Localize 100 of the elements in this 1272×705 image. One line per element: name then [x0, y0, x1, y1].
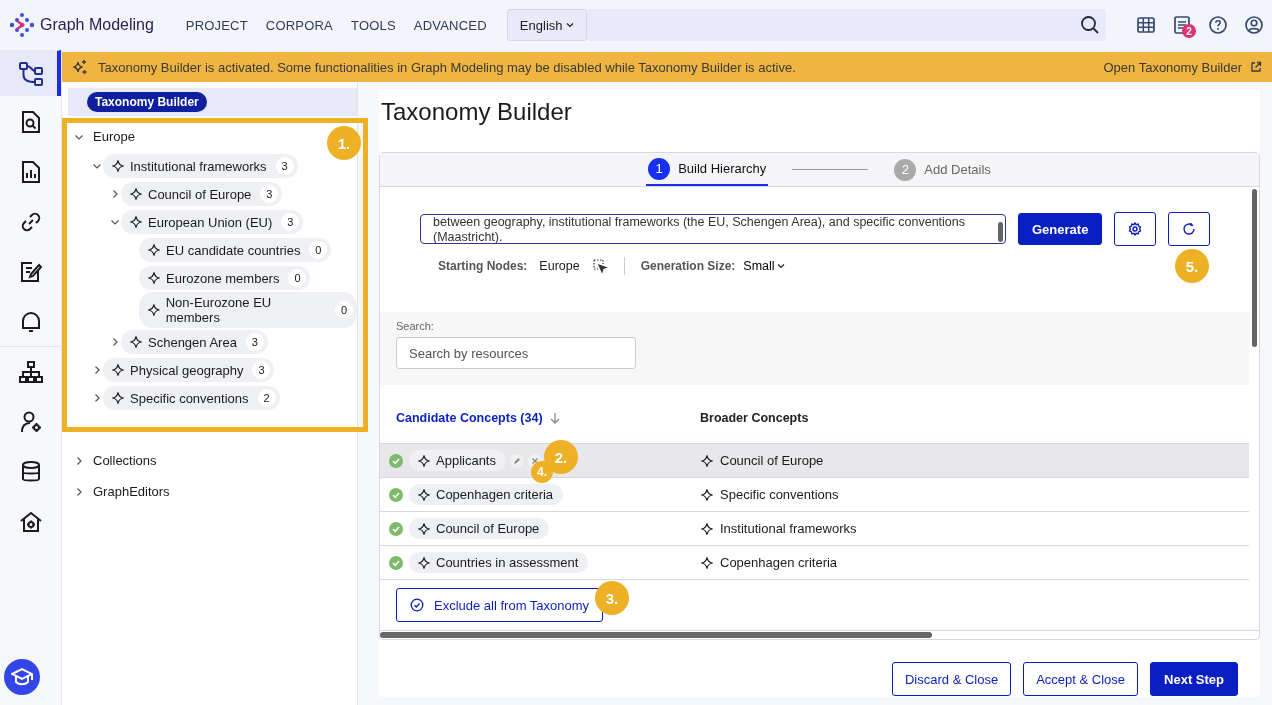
menu-item[interactable]: TOOLS — [351, 17, 396, 33]
child-count: 0 — [309, 241, 328, 259]
footer-button[interactable]: Discard & Close — [891, 662, 1012, 696]
concept-chip[interactable]: Schengen Area 3 — [121, 330, 268, 354]
footer-button[interactable]: Accept & Close — [1023, 662, 1139, 696]
table-row[interactable]: Copenhagen criteria Specific conventions — [380, 478, 1249, 512]
concept-chip[interactable]: Institutional frameworks 3 — [103, 154, 298, 178]
menu-item[interactable]: ADVANCED — [413, 17, 487, 33]
sparkle-icon — [129, 215, 143, 229]
concept-chip[interactable]: Physical geography 3 — [103, 358, 275, 382]
app-name: Graph Modeling — [40, 16, 154, 34]
sparkle-icon — [129, 335, 143, 349]
expand-toggle-icon[interactable] — [110, 337, 120, 347]
expand-toggle-icon[interactable] — [110, 217, 120, 227]
vertical-scrollbar[interactable] — [1252, 189, 1257, 347]
concept-chip[interactable]: Non-Eurozone EU members 0 — [139, 292, 357, 328]
generation-size-dropdown[interactable]: Small — [743, 259, 785, 273]
expand-toggle-icon[interactable] — [110, 189, 120, 199]
check-icon — [389, 487, 403, 502]
banner-message: Taxonomy Builder is activated. Some functionalities in Graph Modeling may be disabled while Taxonomy Builder is active. — [98, 59, 797, 75]
footer-button[interactable]: Next Step — [1150, 662, 1238, 696]
select-icon[interactable] — [591, 258, 608, 274]
concept-chip[interactable]: Copenhagen criteria — [409, 484, 564, 505]
menu-item[interactable]: PROJECT — [185, 17, 248, 33]
refresh-icon — [1182, 222, 1197, 236]
tree-item[interactable]: Collections — [93, 453, 157, 468]
expand-toggle-icon[interactable] — [74, 455, 84, 466]
house-settings-icon — [18, 509, 43, 534]
expand-toggle-icon[interactable] — [74, 486, 84, 497]
table-row[interactable]: Countries in assessment Copenhagen criteria — [380, 546, 1249, 580]
search-field[interactable] — [586, 9, 1106, 41]
concept-chip[interactable]: Specific conventions 2 — [103, 386, 280, 410]
settings-icon — [1128, 222, 1143, 236]
child-count: 0 — [335, 301, 353, 319]
search-icon[interactable] — [1080, 15, 1100, 35]
logo-icon — [8, 11, 36, 39]
resource-search-field[interactable]: Search by resources — [396, 337, 636, 369]
tree-item[interactable]: Europe — [93, 129, 135, 144]
user-settings-icon — [18, 409, 43, 434]
column-header[interactable]: Broader Concepts — [700, 411, 809, 425]
column-header[interactable]: Candidate Concepts (34) — [396, 411, 543, 425]
check-icon — [389, 555, 403, 570]
concept-chip[interactable]: European Union (EU) 3 — [121, 210, 304, 234]
horizontal-scrollbar[interactable] — [380, 632, 932, 638]
concept-chip[interactable]: Council of Europe — [409, 518, 550, 539]
child-count: 2 — [257, 389, 276, 407]
sparkle-icon — [417, 487, 431, 502]
concept-label: Countries in assessment — [436, 555, 579, 570]
step-tab[interactable]: 1 Build Hierarchy — [646, 153, 769, 186]
help-icon[interactable] — [1208, 15, 1228, 35]
child-count: 3 — [275, 157, 294, 175]
taxonomy-builder-badge: Taxonomy Builder — [87, 92, 207, 112]
generation-size-label: Generation Size: — [640, 259, 736, 273]
sparkle-icon — [417, 555, 431, 570]
concept-chip[interactable]: Eurozone members 0 — [139, 266, 311, 290]
sparkle-icon — [129, 187, 143, 201]
sparkle-icon — [700, 487, 714, 502]
sort-arrow-icon[interactable] — [548, 412, 561, 424]
starting-nodes-label: Starting Nodes: — [438, 259, 528, 273]
sparkles-icon — [72, 59, 88, 75]
sparkle-icon — [147, 243, 161, 257]
pencil-icon — [513, 456, 521, 465]
concept-chip[interactable]: Applicants — [409, 450, 506, 471]
child-count: 3 — [252, 361, 271, 379]
prompt-field[interactable]: between geography, institutional frameworks (the EU, Schengen Area), and specific conventions (Maastricht). — [420, 214, 1006, 244]
rail-button[interactable] — [0, 50, 61, 96]
expand-toggle-icon[interactable] — [92, 393, 102, 403]
expand-toggle-icon[interactable] — [92, 365, 102, 375]
sparkle-icon — [417, 453, 431, 468]
step-tab[interactable]: 2 Add Details — [892, 153, 993, 186]
check-circle-icon — [410, 598, 424, 612]
learning-button[interactable] — [4, 659, 40, 695]
concept-chip[interactable]: EU candidate countries 0 — [139, 238, 332, 262]
table-row[interactable]: Council of Europe Institutional frameworks — [380, 512, 1249, 546]
chevron-down-icon — [565, 22, 574, 28]
sparkle-icon — [111, 391, 125, 405]
refresh-button[interactable] — [1168, 212, 1211, 246]
child-count: 3 — [260, 185, 279, 203]
concept-label: European Union (EU) — [148, 214, 273, 230]
sparkle-icon — [700, 453, 714, 468]
expand-toggle-icon[interactable] — [92, 161, 102, 171]
grid-icon[interactable] — [1136, 15, 1156, 35]
user-icon[interactable] — [1244, 15, 1264, 35]
exclude-all-button[interactable]: Exclude all from Taxonomy — [396, 588, 604, 622]
open-taxonomy-link[interactable]: Open Taxonomy Builder — [1103, 59, 1262, 75]
broader-concept: Copenhagen criteria — [720, 555, 838, 570]
concept-chip[interactable]: Countries in assessment — [409, 552, 589, 573]
concept-chip[interactable]: Council of Europe 3 — [121, 182, 283, 206]
sparkle-icon — [700, 555, 714, 570]
document-edit-icon — [18, 259, 43, 284]
concept-label: EU candidate countries — [166, 242, 301, 258]
menu-item[interactable]: CORPORA — [265, 17, 333, 33]
edit-button[interactable] — [510, 453, 524, 468]
sparkle-icon — [147, 303, 161, 317]
remove-button[interactable] — [528, 453, 542, 468]
language-dropdown[interactable]: English — [506, 9, 587, 41]
broader-concept: Institutional frameworks — [720, 521, 857, 536]
generate-button[interactable]: Generate — [1018, 213, 1103, 245]
tree-item[interactable]: GraphEditors — [93, 484, 170, 499]
settings-button[interactable] — [1114, 212, 1157, 246]
